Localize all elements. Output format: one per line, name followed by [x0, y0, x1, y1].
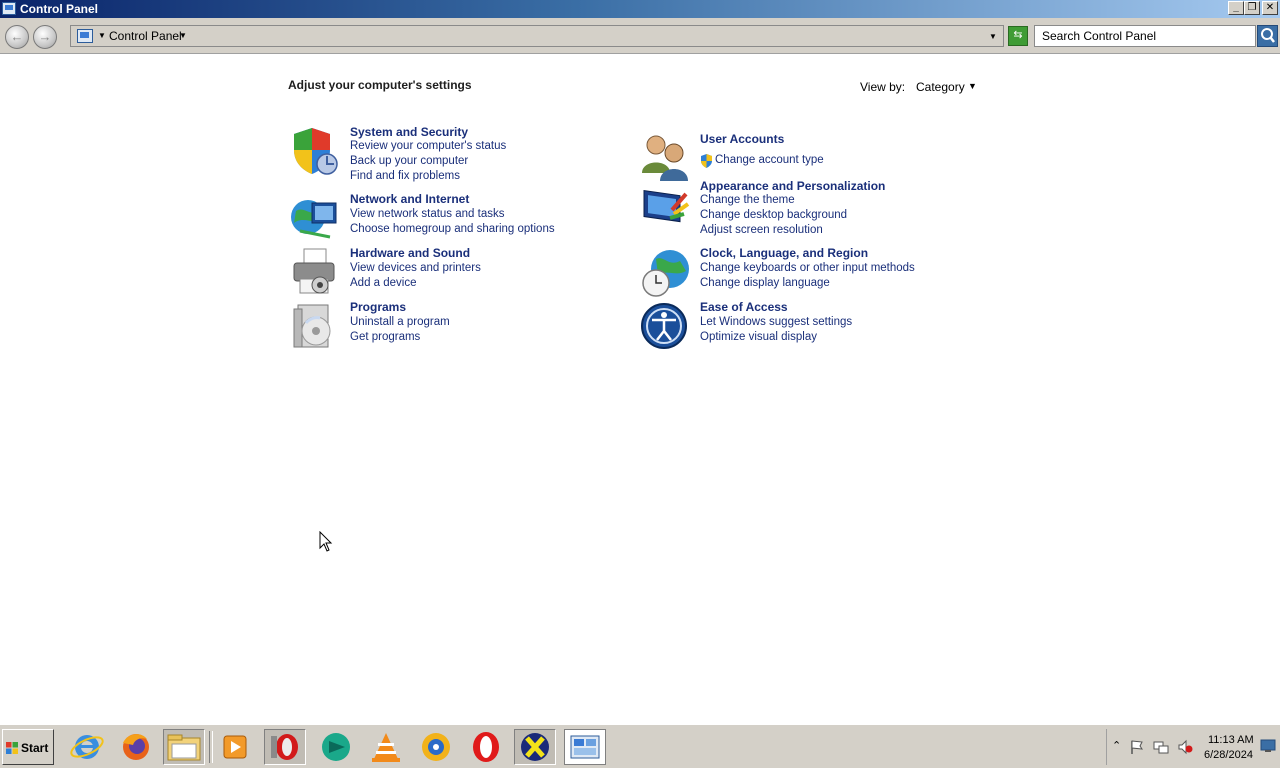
devices-printers-link[interactable]: View devices and printers — [350, 262, 481, 274]
taskbar-settings[interactable] — [415, 729, 457, 765]
screen-resolution-link[interactable]: Adjust screen resolution — [700, 224, 823, 236]
search-input[interactable]: Search Control Panel — [1034, 25, 1256, 47]
settings-gear-icon — [422, 733, 450, 761]
clock-time[interactable]: 11:13 AM — [1208, 734, 1254, 746]
homegroup-link[interactable]: Choose homegroup and sharing options — [350, 223, 555, 235]
action-center-flag-icon[interactable] — [1129, 739, 1145, 755]
system-security-title[interactable]: System and Security — [350, 125, 468, 139]
clock-region-title[interactable]: Clock, Language, and Region — [700, 246, 868, 260]
history-dropdown-icon[interactable]: ▼ — [989, 32, 997, 41]
taskbar-internet-explorer[interactable] — [66, 729, 108, 765]
clock-date[interactable]: 6/28/2024 — [1204, 749, 1253, 761]
users-icon — [642, 135, 688, 181]
monitor-paint-icon — [643, 189, 690, 223]
forward-button[interactable]: → — [33, 25, 57, 49]
taskbar-opera-installer[interactable] — [264, 729, 306, 765]
restore-button[interactable]: ❐ — [1244, 1, 1260, 15]
taskbar-xbox[interactable] — [514, 729, 556, 765]
view-by-dropdown[interactable]: Category — [916, 80, 965, 94]
back-arrow-icon: ← — [10, 29, 24, 44]
chevron-down-icon[interactable]: ▼ — [98, 31, 106, 40]
media-player-icon — [223, 735, 247, 759]
find-fix-problems-link[interactable]: Find and fix problems — [350, 170, 460, 182]
printer-icon — [293, 248, 335, 294]
review-status-link[interactable]: Review your computer's status — [350, 140, 506, 152]
address-toolbar: ← → ▼ Control Panel ▼ ▼ ⇆ Search Control… — [0, 18, 1280, 54]
title-bar[interactable]: Control Panel _ ❐ ✕ — [0, 0, 1280, 18]
change-theme-link[interactable]: Change the theme — [700, 194, 795, 206]
file-explorer-icon — [167, 734, 201, 761]
xbox-icon — [521, 733, 549, 761]
messenger-icon — [322, 733, 350, 761]
control-panel-icon — [77, 29, 93, 43]
opera-installer-icon — [271, 734, 298, 760]
clock-globe-icon — [642, 250, 689, 297]
uac-shield-icon — [701, 154, 712, 168]
window-title: Control Panel — [20, 2, 99, 16]
change-keyboards-link[interactable]: Change keyboards or other input methods — [700, 262, 915, 274]
back-button[interactable]: ← — [5, 25, 29, 49]
programs-disc-icon — [293, 304, 331, 348]
minimize-button[interactable]: _ — [1228, 1, 1244, 15]
shield-icon — [294, 128, 338, 175]
forward-arrow-icon: → — [38, 29, 52, 44]
network-globe-icon — [291, 200, 337, 239]
backup-link[interactable]: Back up your computer — [350, 155, 468, 167]
taskbar-vlc[interactable] — [365, 729, 407, 765]
search-button[interactable] — [1257, 25, 1278, 47]
taskbar-firefox[interactable] — [115, 729, 157, 765]
user-accounts-title[interactable]: User Accounts — [700, 132, 784, 146]
show-hidden-icons-icon[interactable]: ⌃ — [1112, 739, 1121, 752]
network-status-link[interactable]: View network status and tasks — [350, 208, 504, 220]
hardware-sound-title[interactable]: Hardware and Sound — [350, 246, 470, 260]
network-internet-title[interactable]: Network and Internet — [350, 192, 469, 206]
uninstall-program-link[interactable]: Uninstall a program — [350, 316, 450, 328]
taskbar: Start ⌃ 11:13 AM 6/28/2024 — [0, 724, 1280, 768]
breadcrumb[interactable]: Control Panel — [109, 29, 182, 43]
chevron-down-icon[interactable]: ▼ — [968, 81, 977, 91]
taskbar-media-player[interactable] — [214, 729, 256, 765]
close-button[interactable]: ✕ — [1262, 1, 1278, 15]
breadcrumb-chevron-icon[interactable]: ▼ — [179, 31, 187, 40]
show-desktop-icon[interactable] — [1260, 739, 1276, 753]
appearance-title[interactable]: Appearance and Personalization — [700, 179, 885, 193]
programs-title[interactable]: Programs — [350, 300, 406, 314]
add-device-link[interactable]: Add a device — [350, 277, 417, 289]
vlc-icon — [372, 733, 400, 762]
network-icon[interactable] — [1153, 739, 1169, 755]
control-panel-icon — [570, 735, 600, 759]
control-panel-icon — [2, 2, 16, 15]
firefox-icon — [123, 734, 149, 760]
suggest-settings-link[interactable]: Let Windows suggest settings — [700, 316, 852, 328]
start-label: Start — [21, 741, 49, 755]
volume-muted-icon[interactable] — [1177, 739, 1193, 755]
desktop-background-link[interactable]: Change desktop background — [700, 209, 847, 221]
refresh-icon: ⇆ — [1013, 29, 1023, 41]
change-account-type-link[interactable]: Change account type — [715, 154, 824, 166]
start-button[interactable]: Start — [2, 729, 54, 765]
taskbar-separator — [209, 731, 213, 763]
taskbar-control-panel[interactable] — [564, 729, 606, 765]
ease-of-access-title[interactable]: Ease of Access — [700, 300, 788, 314]
opera-icon — [473, 732, 499, 762]
refresh-button[interactable]: ⇆ — [1008, 26, 1028, 46]
internet-explorer-icon — [70, 735, 104, 759]
change-display-language-link[interactable]: Change display language — [700, 277, 830, 289]
ease-of-access-icon — [641, 303, 687, 349]
page-title: Adjust your computer's settings — [288, 78, 472, 92]
get-programs-link[interactable]: Get programs — [350, 331, 420, 343]
windows-logo-icon — [6, 742, 18, 754]
search-icon — [1261, 28, 1275, 43]
address-bar[interactable]: ▼ Control Panel ▼ ▼ — [70, 25, 1004, 47]
optimize-visual-display-link[interactable]: Optimize visual display — [700, 331, 817, 343]
taskbar-file-explorer[interactable] — [163, 729, 205, 765]
taskbar-opera[interactable] — [465, 729, 507, 765]
mouse-cursor-icon — [319, 531, 333, 552]
taskbar-messenger[interactable] — [315, 729, 357, 765]
view-by-label: View by: — [860, 80, 906, 94]
